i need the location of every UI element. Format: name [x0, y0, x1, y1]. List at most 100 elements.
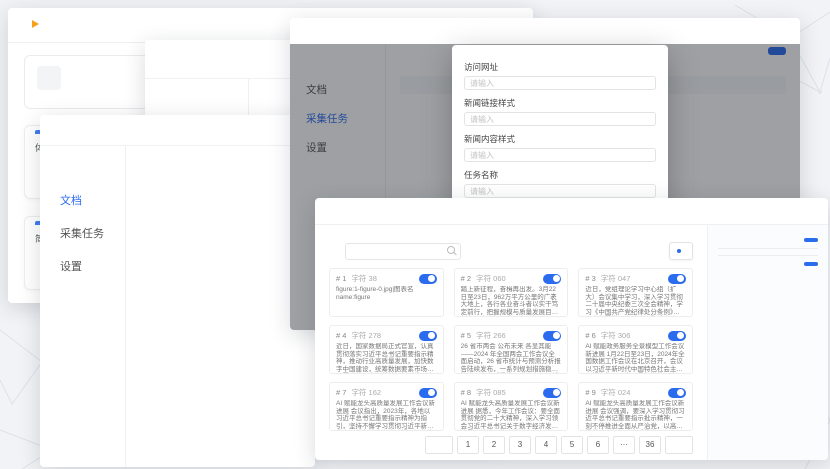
segment-search [345, 241, 461, 260]
segment-text: AI 赋能龙头高质量发展工作会议新进展 会议强调，要深入学习贯彻习近平总书记重要… [585, 400, 686, 430]
segment-char-count: 字符 162 [351, 387, 381, 398]
kb-detail-sidebar: 文档采集任务设置 [40, 146, 126, 467]
prev-page-button[interactable] [425, 436, 453, 454]
modal-field-label: 任务名称 [464, 169, 656, 181]
segment-enabled-toggle[interactable] [419, 388, 437, 398]
segment-card[interactable]: # 6 字符 306 AI 赋能政务服务全景模型工作会议新进展 1月22日至23… [578, 325, 693, 374]
modal-field: 新闻内容样式 [464, 133, 656, 162]
kb-detail-app-title [40, 115, 315, 146]
plus-icon [37, 66, 61, 90]
segment-card[interactable]: # 9 字符 024 AI 赋能龙头高质量发展工作会议新进展 会议强调，要深入学… [578, 382, 693, 431]
segment-text: AI 赋能龙头高质量发展工作会议新进展 据悉，今年工作会议：要全面贯彻党的二十大… [461, 400, 562, 430]
segment-index: # 1 [336, 274, 346, 283]
window-doc-viewer: # 1 字符 38 figure:1-figure-0.jpg|图表名 name… [315, 198, 828, 460]
segment-card[interactable]: # 5 字符 266 26 省市两会 公布未来 各显其能——2024 年全国两会… [454, 325, 569, 374]
segment-text: 近日，国家数据局正式官宣，认真贯彻落实习近平总书记重要指示精神，推动行业高质量发… [336, 343, 437, 373]
metadata-panel [707, 225, 828, 460]
page-button[interactable]: 1 [457, 436, 479, 454]
segment-index: # 5 [461, 331, 471, 340]
logo-arrow-icon [32, 20, 39, 28]
segment-enabled-toggle[interactable] [543, 331, 561, 341]
segment-index: # 9 [585, 388, 595, 397]
viewer-header [315, 198, 828, 225]
tasks-user-area [779, 26, 788, 44]
segment-char-count: 字符 085 [476, 387, 506, 398]
segment-index: # 7 [336, 388, 346, 397]
enabled-filter-chip[interactable] [669, 242, 693, 260]
kb-detail-menu: 文档采集任务设置 [40, 192, 125, 274]
desktop-canvas: 体育 简单测试 文档采集任务设置 [0, 0, 830, 469]
segment-card[interactable]: # 1 字符 38 figure:1-figure-0.jpg|图表名 name… [329, 268, 444, 317]
modal-field: 访问网址 [464, 61, 656, 90]
segment-index: # 2 [461, 274, 471, 283]
page-button[interactable]: 5 [561, 436, 583, 454]
page-button[interactable]: 36 [639, 436, 661, 454]
modal-field-label: 新闻链接样式 [464, 97, 656, 109]
dtec-logo [32, 20, 40, 30]
segment-enabled-toggle[interactable] [668, 331, 686, 341]
segment-char-count: 字符 38 [351, 273, 376, 284]
segment-text: figure:1-figure-0.jpg|图表名 name:figure [336, 286, 437, 301]
status-dot-icon [677, 249, 681, 253]
modal-field-input[interactable] [464, 148, 656, 162]
modal-field-input[interactable] [464, 184, 656, 198]
viewer-main: # 1 字符 38 figure:1-figure-0.jpg|图表名 name… [315, 225, 707, 460]
segment-char-count: 字符 024 [601, 387, 631, 398]
viewer-body: # 1 字符 38 figure:1-figure-0.jpg|图表名 name… [315, 225, 828, 460]
segment-card[interactable]: # 3 字符 047 近日，党组理论学习中心组（扩大）会议集中学习，深入学习贯彻… [578, 268, 693, 317]
modal-fields: 访问网址 新闻链接样式 新闻内容样式 任务名称 [464, 61, 656, 198]
change-doc-type-button[interactable] [804, 238, 818, 242]
pagination: 123456···36 [425, 436, 693, 454]
doc-list-back[interactable] [145, 79, 248, 119]
segment-card[interactable]: # 2 字符 060 踏上新征程，奋楫再出发。3月22日至23日，962万平方公… [454, 268, 569, 317]
page-button[interactable]: 2 [483, 436, 505, 454]
segment-enabled-toggle[interactable] [543, 274, 561, 284]
segment-char-count: 字符 278 [351, 330, 381, 341]
search-icon [447, 246, 455, 254]
segment-card[interactable]: # 8 字符 085 AI 赋能龙头高质量发展工作会议新进展 据悉，今年工作会议… [454, 382, 569, 431]
segment-char-count: 字符 266 [476, 330, 506, 341]
page-button[interactable]: 3 [509, 436, 531, 454]
kb-detail-back[interactable] [40, 146, 125, 170]
divider [718, 255, 818, 256]
segment-index: # 3 [585, 274, 595, 283]
segment-enabled-toggle[interactable] [668, 388, 686, 398]
page-button[interactable]: 4 [535, 436, 557, 454]
segment-enabled-toggle[interactable] [668, 274, 686, 284]
page-number-list: 123456···36 [457, 436, 661, 454]
search-input[interactable] [345, 243, 461, 260]
segment-text: 26 省市两会 公布未来 各显其能——2024 年全国两会工作会议全面启动，26… [461, 343, 562, 373]
segment-text: 踏上新征程，奋楫再出发。3月22日至23日，962万平方公里的广袤大地上，各行各… [461, 286, 562, 316]
modal-field-label: 新闻内容样式 [464, 133, 656, 145]
sidebar-item[interactable]: 采集任务 [40, 225, 125, 241]
viewer-user-area [803, 206, 812, 224]
sidebar-item[interactable]: 文档 [40, 192, 125, 208]
page-button[interactable]: 6 [587, 436, 609, 454]
segment-index: # 8 [461, 388, 471, 397]
modal-field: 新闻链接样式 [464, 97, 656, 126]
segment-card[interactable]: # 4 字符 278 近日，国家数据局正式官宣，认真贯彻落实习近平总书记重要指示… [329, 325, 444, 374]
segment-char-count: 字符 060 [476, 273, 506, 284]
modal-field-input[interactable] [464, 76, 656, 90]
next-page-button[interactable] [665, 436, 693, 454]
segment-enabled-toggle[interactable] [543, 388, 561, 398]
page-button[interactable]: ··· [613, 436, 635, 454]
window-kb-detail: 文档采集任务设置 [40, 115, 315, 467]
recall-button[interactable] [804, 262, 818, 266]
sidebar-item[interactable]: 设置 [40, 258, 125, 274]
segment-enabled-toggle[interactable] [419, 274, 437, 284]
segment-enabled-toggle[interactable] [419, 331, 437, 341]
segment-char-count: 字符 306 [601, 330, 631, 341]
segment-index: # 6 [585, 331, 595, 340]
segment-grid: # 1 字符 38 figure:1-figure-0.jpg|图表名 name… [329, 268, 693, 431]
segment-char-count: 字符 047 [601, 273, 631, 284]
segment-card[interactable]: # 7 字符 162 AI 赋能龙头高质量发展工作会议新进展 会议指出，2023… [329, 382, 444, 431]
new-task-modal: 访问网址 新闻链接样式 新闻内容样式 任务名称 [452, 45, 668, 217]
segment-text: 近日，党组理论学习中心组（扩大）会议集中学习，深入学习贯彻二十届中央纪委三次全会… [585, 286, 686, 316]
modal-field: 任务名称 [464, 169, 656, 198]
modal-field-label: 访问网址 [464, 61, 656, 73]
segment-index: # 4 [336, 331, 346, 340]
segment-text: AI 赋能政务服务全景模型工作会议新进展 1月22日至23日，2024年全国数据… [585, 343, 686, 373]
divider [718, 248, 818, 249]
modal-field-input[interactable] [464, 112, 656, 126]
